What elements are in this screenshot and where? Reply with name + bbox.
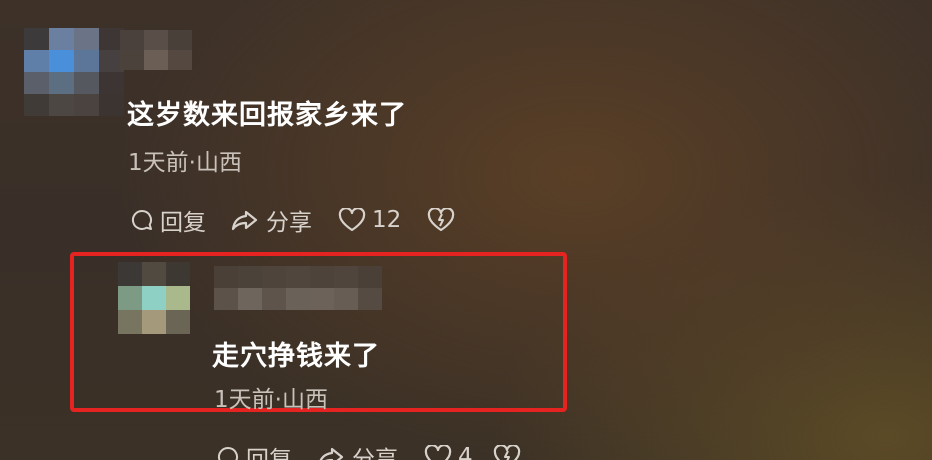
heart-icon	[338, 208, 366, 232]
comment-meta: 1天前·山西	[214, 387, 328, 413]
reply-bubble-icon	[130, 208, 154, 232]
share-label: 分享	[352, 447, 398, 460]
like-count: 4	[458, 444, 473, 460]
share-label: 分享	[266, 210, 312, 236]
like-button[interactable]: 4	[424, 444, 473, 460]
avatar[interactable]	[118, 262, 190, 334]
reply-label: 回复	[160, 210, 206, 236]
dislike-button[interactable]	[427, 208, 455, 232]
share-button[interactable]: 分享	[230, 203, 312, 237]
comment-meta: 1天前·山西	[128, 150, 242, 176]
dislike-button[interactable]	[493, 445, 521, 460]
like-button[interactable]: 12	[338, 207, 401, 233]
username[interactable]	[214, 266, 382, 310]
share-button[interactable]: 分享	[316, 440, 398, 460]
share-arrow-icon	[316, 445, 346, 460]
comment-text: 走穴挣钱来了	[212, 341, 380, 372]
heart-icon	[424, 445, 452, 460]
comment-actions: 回复 分享 12	[130, 203, 455, 237]
comment-actions: 回复 分享 4	[216, 440, 521, 460]
reply-label: 回复	[246, 447, 292, 460]
username[interactable]	[120, 30, 192, 70]
broken-heart-icon	[493, 445, 521, 460]
comment-text: 这岁数来回报家乡来了	[127, 100, 407, 131]
avatar[interactable]	[24, 28, 124, 116]
like-count: 12	[372, 207, 402, 233]
reply-button[interactable]: 回复	[216, 440, 292, 460]
share-arrow-icon	[230, 208, 260, 232]
broken-heart-icon	[427, 208, 455, 232]
reply-bubble-icon	[216, 445, 240, 460]
reply-button[interactable]: 回复	[130, 203, 206, 237]
